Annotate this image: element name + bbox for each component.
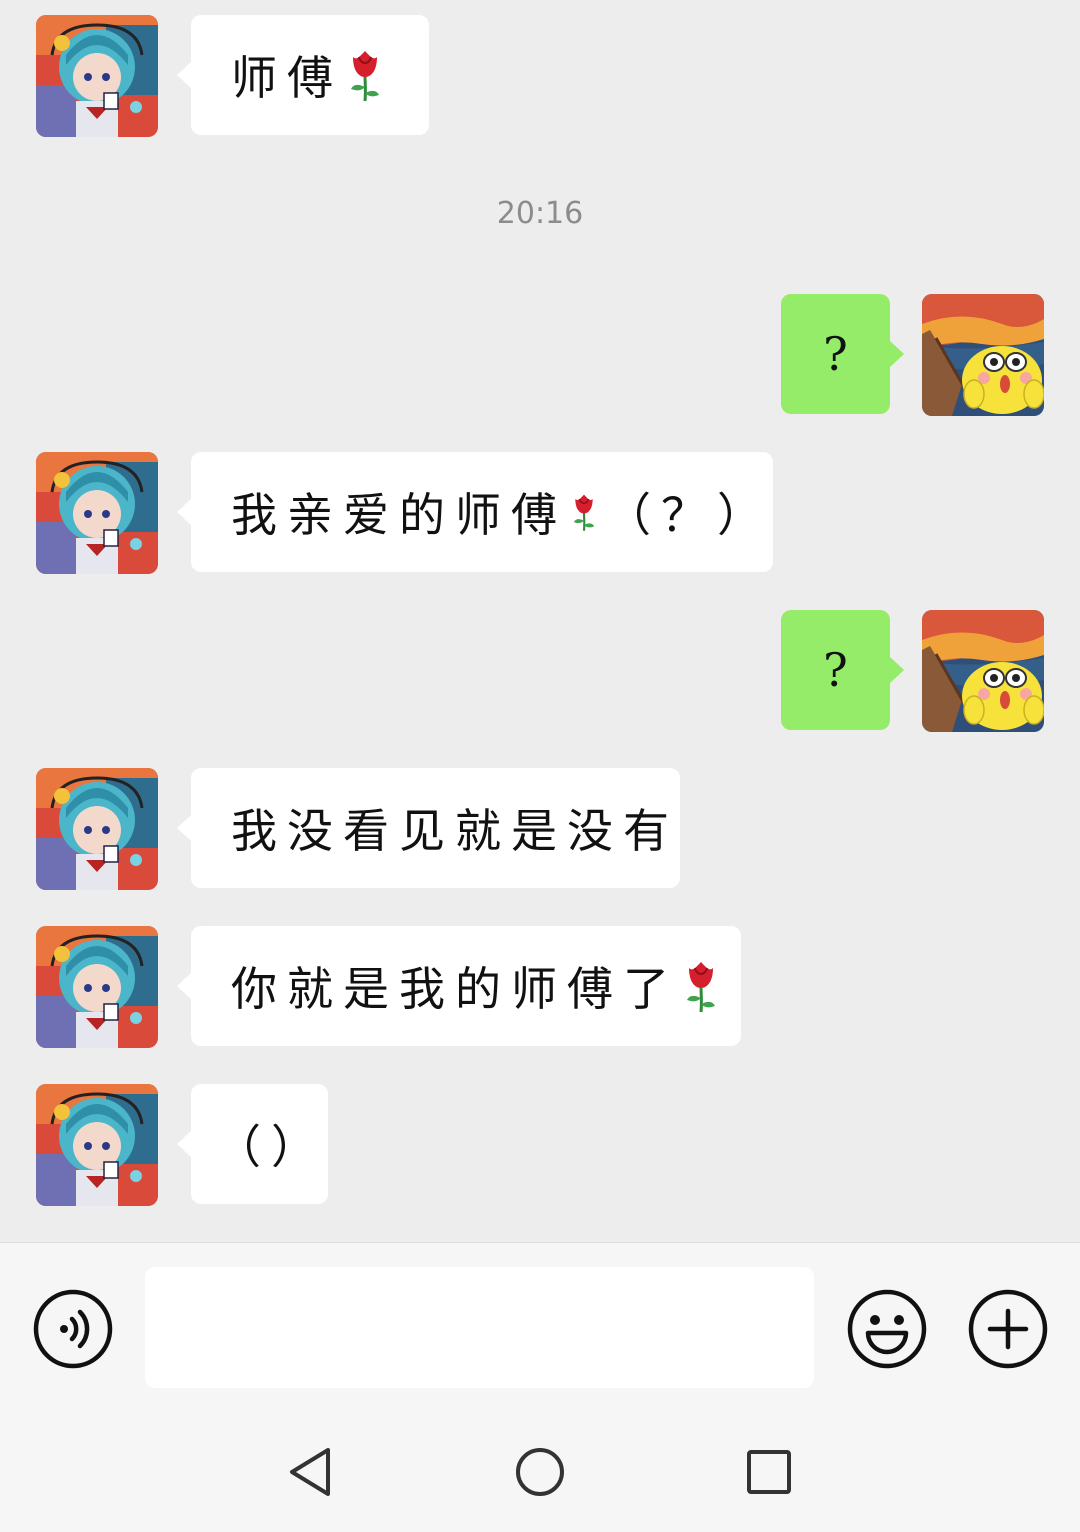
contact-avatar[interactable] <box>36 452 158 574</box>
avatar-image <box>36 926 158 1048</box>
avatar-image <box>36 452 158 574</box>
system-navigation-bar <box>0 1404 1080 1532</box>
message-text: 师傅 <box>231 51 343 105</box>
contact-avatar[interactable] <box>36 926 158 1048</box>
contact-avatar[interactable] <box>36 1084 158 1206</box>
rose-emoji-icon <box>683 958 719 1014</box>
avatar-image <box>922 294 1044 416</box>
message-text: 你就是我的师傅了 <box>231 962 679 1016</box>
voice-icon <box>33 1289 113 1369</box>
emoji-icon <box>847 1289 927 1369</box>
avatar-image <box>36 768 158 890</box>
emoji-button[interactable] <box>847 1289 927 1369</box>
chat-area[interactable]: 师傅 20:16 ? 我亲爱的师傅 （？） ? 我没看见就是没有 你就是我的师傅… <box>0 0 1080 1242</box>
self-avatar[interactable] <box>922 294 1044 416</box>
message-text: （） <box>215 1120 327 1174</box>
contact-avatar[interactable] <box>36 768 158 890</box>
message-text: 我亲爱的师傅 <box>231 488 567 542</box>
message-bubble[interactable]: 我亲爱的师傅 （？） <box>177 452 773 572</box>
message-text: ? <box>823 643 858 697</box>
avatar-image <box>922 610 1044 732</box>
home-circle-icon <box>516 1448 564 1496</box>
timestamp: 20:16 <box>496 196 584 231</box>
message-bubble-self[interactable]: ? <box>781 294 904 414</box>
nav-recents-button[interactable] <box>743 1446 795 1498</box>
more-button[interactable] <box>968 1289 1048 1369</box>
message-bubble[interactable]: （） <box>177 1084 328 1204</box>
recents-square-icon <box>747 1450 791 1494</box>
rose-emoji-icon <box>347 47 383 103</box>
message-text: ? <box>823 327 858 381</box>
message-input[interactable] <box>145 1267 814 1388</box>
message-bubble-self[interactable]: ? <box>781 610 904 730</box>
back-triangle-icon <box>290 1448 330 1496</box>
voice-button[interactable] <box>33 1289 113 1369</box>
message-bubble[interactable]: 师傅 <box>177 15 429 135</box>
nav-home-button[interactable] <box>514 1446 566 1498</box>
message-bubble[interactable]: 我没看见就是没有 <box>177 768 680 888</box>
self-avatar[interactable] <box>922 610 1044 732</box>
nav-back-button[interactable] <box>284 1446 336 1498</box>
contact-avatar[interactable] <box>36 15 158 137</box>
avatar-image <box>36 15 158 137</box>
rose-emoji-icon <box>571 484 597 540</box>
message-suffix: （？） <box>605 488 773 542</box>
input-bar <box>0 1242 1080 1405</box>
avatar-image <box>36 1084 158 1206</box>
message-bubble[interactable]: 你就是我的师傅了 <box>177 926 741 1046</box>
message-text: 我没看见就是没有 <box>231 804 679 858</box>
plus-icon <box>968 1289 1048 1369</box>
